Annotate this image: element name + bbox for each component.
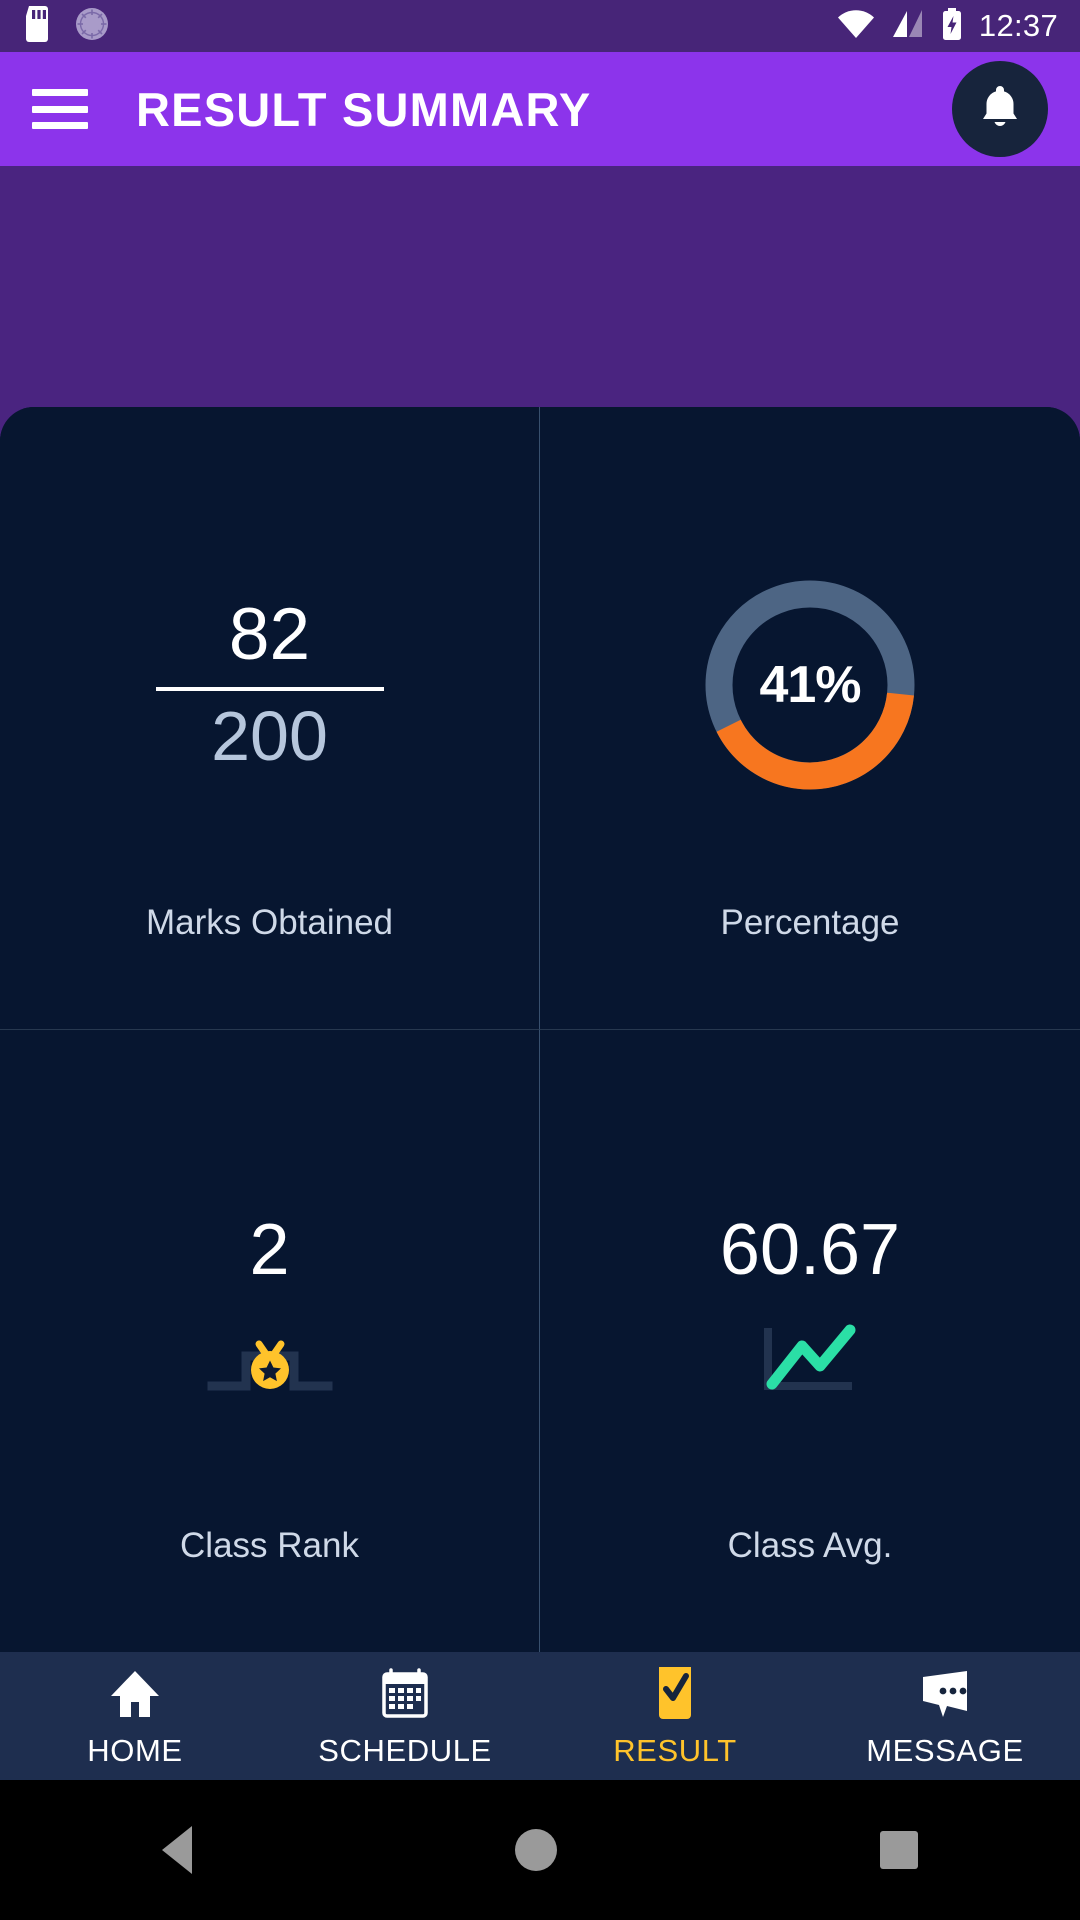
cell-signal-icon: [891, 9, 925, 44]
card-label-marks-obtained: Marks Obtained: [145, 902, 394, 942]
percentage-donut-chart: 41%: [698, 573, 922, 797]
sync-circle-icon: [74, 6, 110, 47]
nav-label-message: MESSAGE: [866, 1733, 1024, 1768]
header-background-spacer: [0, 166, 1080, 407]
card-class-average[interactable]: 60.67 Class Avg.: [540, 1029, 1080, 1652]
system-navigation-bar: [0, 1780, 1080, 1920]
marks-total-value: 200: [211, 696, 328, 775]
home-circle-icon[interactable]: [514, 1829, 557, 1871]
card-class-rank[interactable]: 2 Class Rank: [0, 1029, 540, 1652]
percentage-value: 41%: [759, 655, 861, 714]
marks-obtained-value: 82: [228, 594, 311, 676]
card-label-class-rank: Class Rank: [180, 1526, 359, 1565]
message-bubble-icon: [917, 1663, 973, 1719]
wifi-icon: [837, 9, 875, 44]
nav-item-home[interactable]: HOME: [0, 1663, 270, 1769]
class-average-value: 60.67: [719, 1209, 901, 1290]
nav-item-result[interactable]: RESULT: [540, 1663, 810, 1769]
nav-label-result: RESULT: [613, 1733, 737, 1768]
notifications-button[interactable]: [952, 61, 1048, 157]
nav-item-message[interactable]: MESSAGE: [810, 1663, 1080, 1769]
card-percentage[interactable]: 41% Percentage: [540, 407, 1080, 1030]
home-icon: [109, 1663, 161, 1719]
nav-item-schedule[interactable]: SCHEDULE: [270, 1663, 540, 1769]
status-bar-right-icons: 12:37: [837, 7, 1058, 45]
calendar-icon: [380, 1663, 430, 1719]
card-label-percentage: Percentage: [720, 902, 900, 942]
podium-medal-icon: [204, 1318, 336, 1402]
nav-label-home: HOME: [87, 1733, 183, 1768]
app-bar: RESULT SUMMARY: [0, 52, 1080, 166]
trend-line-chart-icon: [750, 1318, 870, 1402]
bottom-navigation-bar: HOME SCHEDULE RESULT MESSAGE: [0, 1652, 1080, 1780]
result-summary-grid: 82 200 Marks Obtained 41% Percentage 2 C…: [0, 407, 1080, 1652]
nav-label-schedule: SCHEDULE: [318, 1733, 492, 1768]
recents-square-icon[interactable]: [880, 1831, 919, 1869]
app-root: 12:37 RESULT SUMMARY 82 200 Marks Obtain…: [0, 0, 1080, 1920]
battery-charging-icon: [941, 7, 963, 45]
card-marks-obtained[interactable]: 82 200 Marks Obtained: [0, 407, 540, 1030]
sd-card-icon: [22, 5, 52, 47]
back-triangle-icon[interactable]: [161, 1826, 192, 1874]
bell-icon: [978, 83, 1022, 136]
status-bar-clock: 12:37: [978, 8, 1058, 43]
page-title: RESULT SUMMARY: [136, 82, 592, 136]
status-bar: 12:37: [0, 0, 1080, 52]
marks-fraction: 82 200: [155, 594, 384, 775]
result-check-clipboard-icon: [652, 1663, 698, 1719]
fraction-divider: [155, 686, 384, 691]
class-rank-value: 2: [249, 1209, 290, 1290]
status-bar-left-icons: [22, 5, 110, 47]
hamburger-menu-icon[interactable]: [32, 89, 88, 129]
card-label-class-average: Class Avg.: [727, 1526, 893, 1565]
